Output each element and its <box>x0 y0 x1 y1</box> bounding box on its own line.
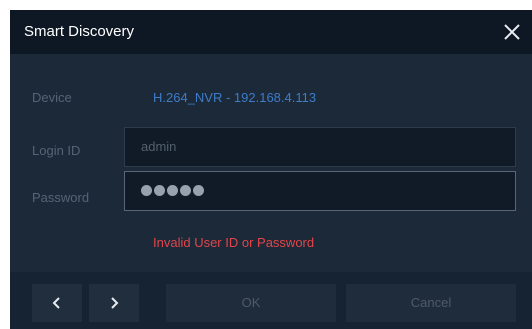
error-message: Invalid User ID or Password <box>153 235 315 250</box>
next-button[interactable] <box>89 284 139 322</box>
password-dot <box>141 185 152 196</box>
login-id-value: admin <box>141 139 177 154</box>
login-id-input[interactable]: admin <box>124 127 516 167</box>
password-dot <box>193 185 204 196</box>
password-dot <box>167 185 178 196</box>
password-input[interactable] <box>124 171 516 211</box>
prev-button[interactable] <box>32 284 82 322</box>
chevron-right-icon <box>111 297 119 309</box>
password-dot <box>154 185 165 196</box>
device-label: Device <box>32 90 72 105</box>
close-icon <box>504 24 520 40</box>
chevron-left-icon <box>52 297 60 309</box>
password-mask <box>141 185 204 196</box>
smart-discovery-dialog: Smart Discovery Device H.264_NVR - 192.1… <box>10 10 532 329</box>
password-dot <box>180 185 191 196</box>
login-id-label: Login ID <box>32 143 81 158</box>
cancel-button[interactable]: Cancel <box>346 284 516 322</box>
close-button[interactable] <box>498 18 526 46</box>
dialog-title: Smart Discovery <box>24 23 135 40</box>
title-bar: Smart Discovery <box>10 10 532 54</box>
ok-button[interactable]: OK <box>166 284 336 322</box>
password-label: Password <box>32 190 90 205</box>
device-value: H.264_NVR - 192.168.4.113 <box>153 90 317 105</box>
dialog-footer: OK Cancel <box>10 272 532 329</box>
